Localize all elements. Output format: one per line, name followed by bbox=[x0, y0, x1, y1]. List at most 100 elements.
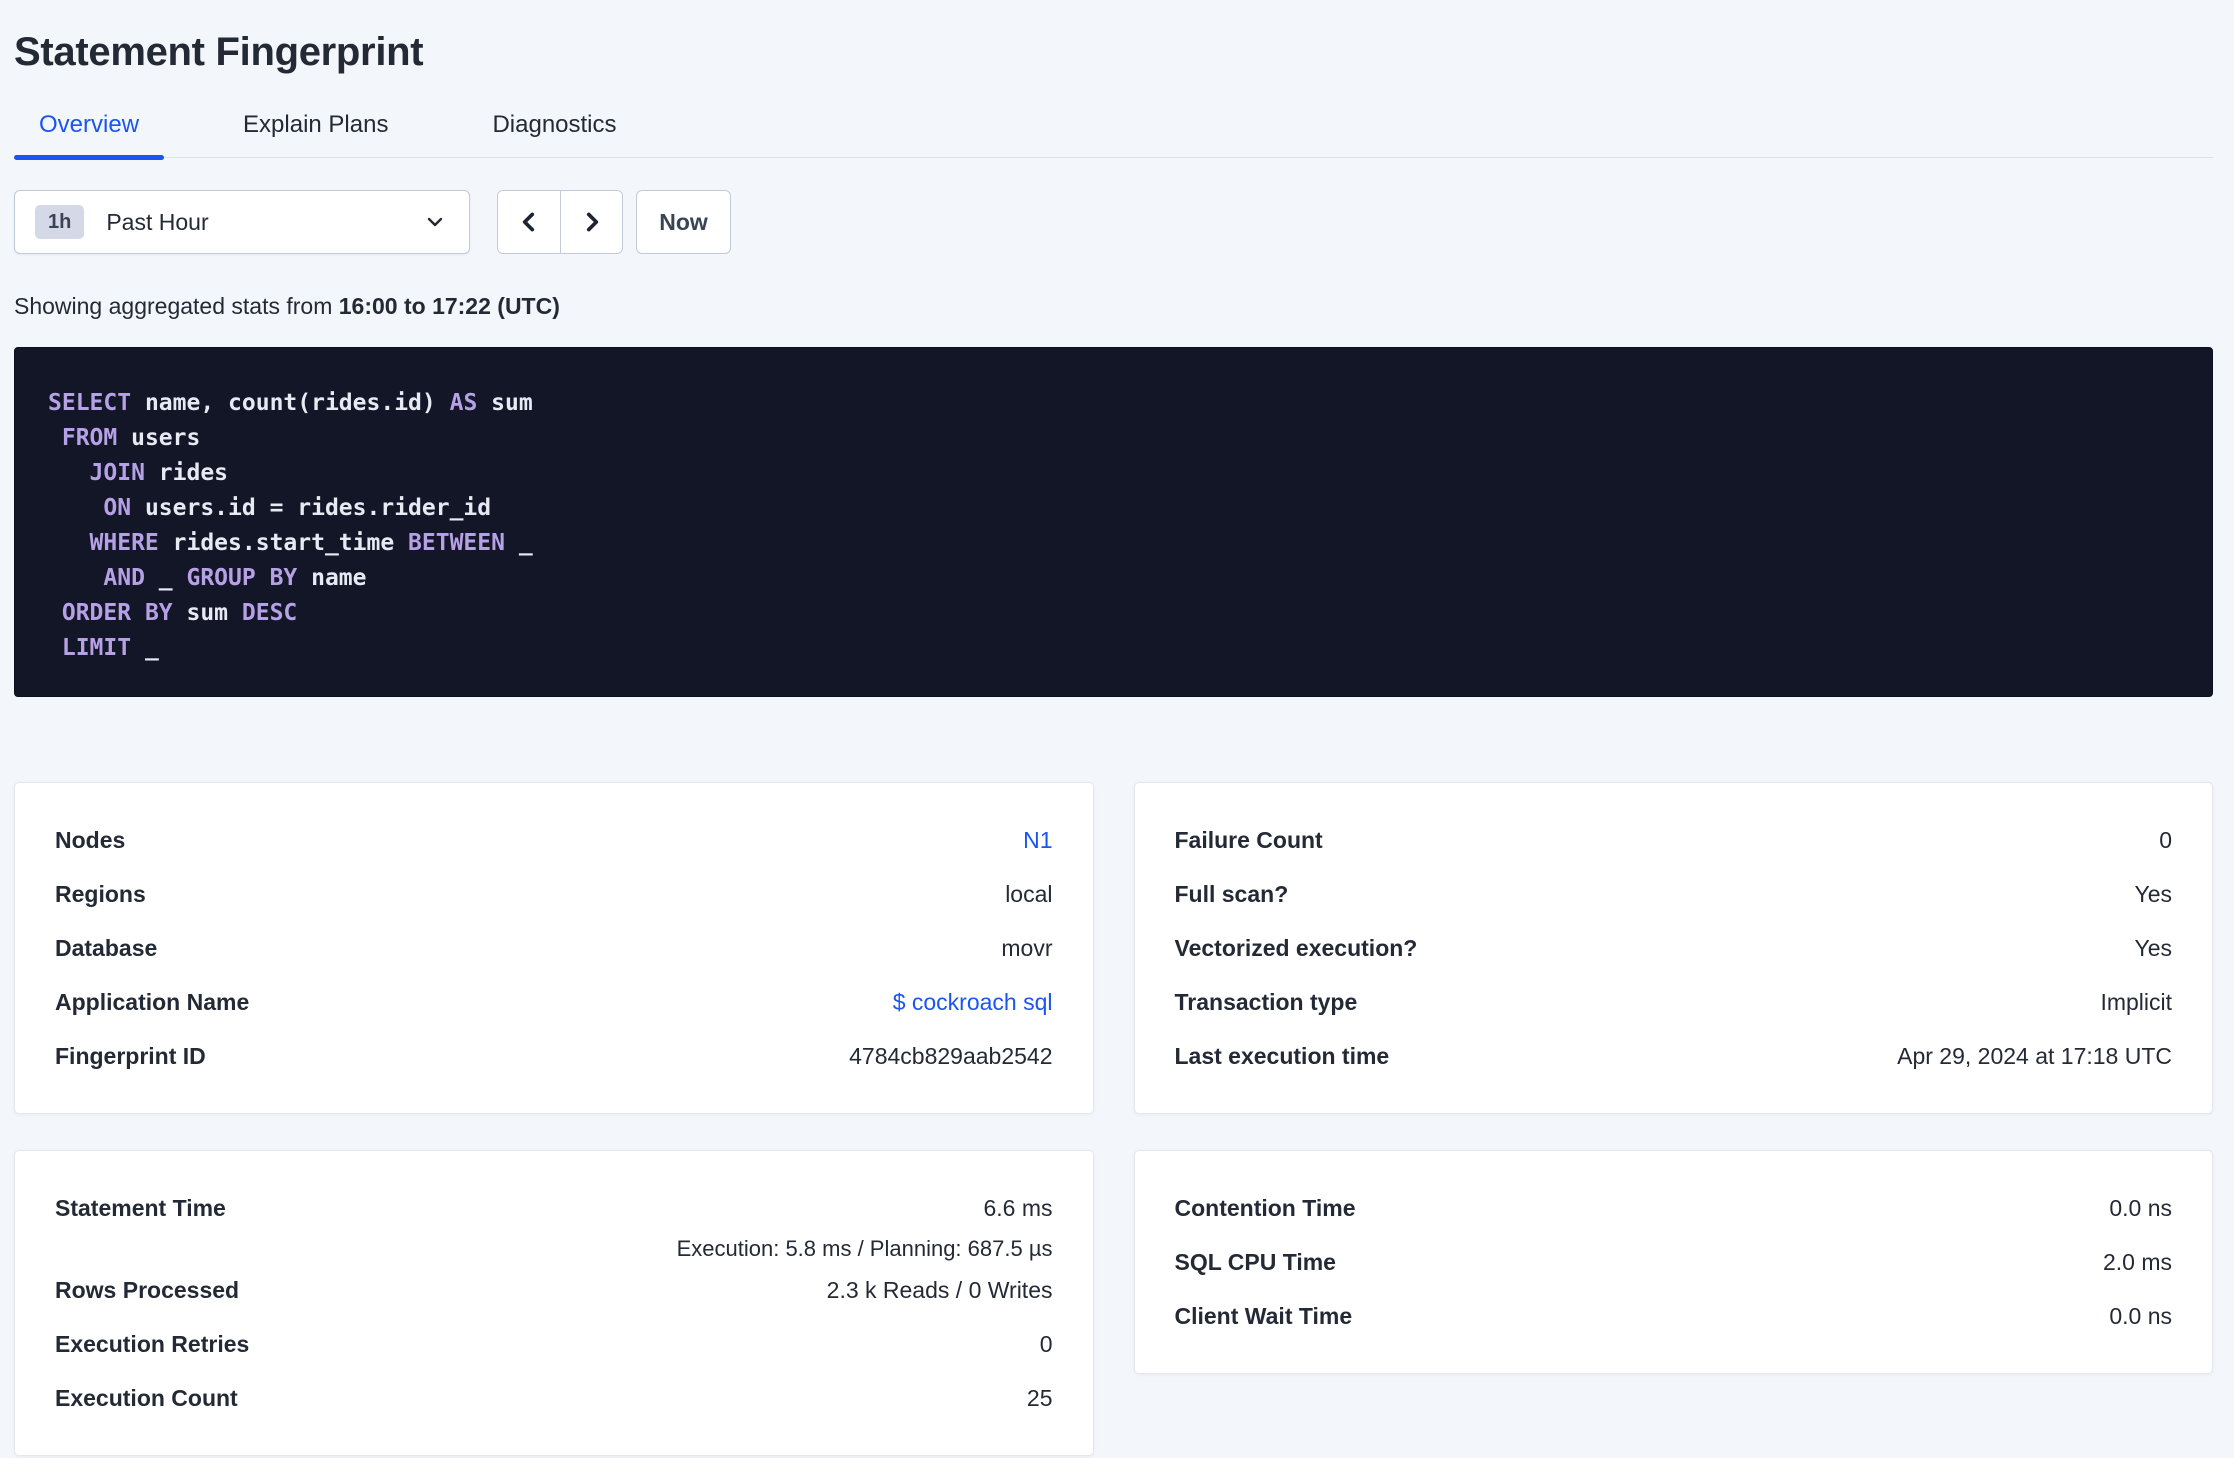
stat-value: 2.3 k Reads / 0 Writes bbox=[826, 1277, 1053, 1303]
sql-line: LIMIT _ bbox=[61, 635, 159, 661]
time-picker-toolbar: 1h Past Hour Now bbox=[14, 190, 2213, 254]
stat-value: 6.6 ms bbox=[983, 1195, 1053, 1221]
stat-row: Contention Time 0.0 ns bbox=[1175, 1181, 2173, 1235]
sql-line: FROM users bbox=[61, 425, 201, 451]
stat-value: 25 bbox=[1026, 1385, 1053, 1411]
stat-row: Statement Time 6.6 ms Execution: 5.8 ms / … bbox=[55, 1181, 1053, 1263]
stat-value-wrap: 2.0 ms bbox=[2103, 1235, 2172, 1289]
stat-value: 0.0 ns bbox=[2109, 1195, 2172, 1221]
stat-value: 0 bbox=[2159, 827, 2172, 853]
stat-value-wrap: N1 bbox=[1023, 813, 1052, 867]
time-range-label: Past Hour bbox=[106, 208, 209, 235]
tab-overview[interactable]: Overview bbox=[14, 96, 165, 160]
chevron-down-icon bbox=[427, 217, 443, 227]
stat-subvalue: Execution: 5.8 ms / Planning: 687.5 µs bbox=[676, 1236, 1053, 1261]
stat-value: Yes bbox=[2134, 935, 2172, 961]
stat-value-wrap: Apr 29, 2024 at 17:18 UTC bbox=[1897, 1029, 2172, 1083]
stat-row: Last execution time Apr 29, 2024 at 17:18… bbox=[1175, 1029, 2173, 1083]
stat-value-link[interactable]: N1 bbox=[1023, 813, 1052, 867]
stat-label: Transaction type bbox=[1174, 989, 1358, 1015]
stat-label: Statement Time bbox=[55, 1195, 226, 1221]
stat-value-wrap: 4784cb829aab2542 bbox=[849, 1029, 1052, 1083]
stat-value-wrap: 2.3 k Reads / 0 Writes bbox=[827, 1263, 1053, 1317]
stat-label: Vectorized execution? bbox=[1174, 935, 1418, 961]
chevron-right-icon bbox=[586, 212, 598, 232]
sql-statement-box: SELECT name, count(rides.id) AS sum FROM… bbox=[14, 347, 2213, 697]
stat-label: Nodes bbox=[55, 827, 126, 853]
stat-value: local bbox=[1005, 881, 1053, 907]
stat-label: Failure Count bbox=[1174, 827, 1323, 853]
sql-line: ORDER BY sum DESC bbox=[61, 600, 298, 626]
statement-times-card: Statement Time 6.6 ms Execution: 5.8 ms / … bbox=[14, 1150, 1094, 1456]
stat-label: Execution Count bbox=[55, 1385, 238, 1411]
summary-cards: Nodes N1 Regions local Database movr Applicati… bbox=[14, 782, 2213, 1456]
stat-value-wrap: 0 bbox=[1040, 1317, 1053, 1371]
stat-row: SQL CPU Time 2.0 ms bbox=[1175, 1235, 2173, 1289]
tab-bar: Overview Explain Plans Diagnostics bbox=[14, 96, 2213, 160]
stat-row: Rows Processed 2.3 k Reads / 0 Writes bbox=[55, 1263, 1053, 1317]
stat-label: Regions bbox=[55, 881, 146, 907]
stat-value: Apr 29, 2024 at 17:18 UTC bbox=[1897, 1043, 2172, 1069]
stat-label: Last execution time bbox=[1174, 1043, 1390, 1069]
stat-label: Fingerprint ID bbox=[55, 1043, 206, 1069]
stat-row: Application Name $ cockroach sql bbox=[55, 975, 1053, 1029]
sql-line: WHERE rides.start_time BETWEEN _ bbox=[89, 530, 533, 556]
stat-label: Execution Retries bbox=[55, 1331, 250, 1357]
sql-line: AND _ GROUP BY name bbox=[103, 565, 367, 591]
stat-value-wrap: local bbox=[1005, 867, 1052, 921]
time-range-dropdown[interactable]: 1h Past Hour bbox=[14, 190, 470, 254]
stat-row: Regions local bbox=[55, 867, 1053, 921]
stat-value-link[interactable]: $ cockroach sql bbox=[893, 975, 1053, 1029]
statement-fingerprint-page: Statement Fingerprint Overview Explain Pl… bbox=[0, 0, 2234, 1456]
now-button[interactable]: Now bbox=[636, 190, 731, 254]
wait-times-card: Contention Time 0.0 ns SQL CPU Time 2.0 ms C… bbox=[1133, 1150, 2213, 1374]
stat-label: Client Wait Time bbox=[1174, 1303, 1353, 1329]
stat-value: Yes bbox=[2134, 881, 2172, 907]
stat-row: Vectorized execution? Yes bbox=[1175, 921, 2173, 975]
stat-value: 0.0 ns bbox=[2109, 1303, 2172, 1329]
stat-value-wrap: 6.6 ms Execution: 5.8 ms / Planning: 687.… bbox=[677, 1181, 1053, 1263]
execution-attributes-card: Failure Count 0 Full scan? Yes Vectorized ex… bbox=[1133, 782, 2213, 1114]
stat-value-wrap: Implicit bbox=[2100, 975, 2172, 1029]
stat-label: Full scan? bbox=[1174, 881, 1289, 907]
sql-line: JOIN rides bbox=[89, 460, 229, 486]
stat-value-wrap: 0.0 ns bbox=[2109, 1289, 2172, 1343]
stat-value-wrap: Yes bbox=[2134, 867, 2172, 921]
stat-row: Execution Retries 0 bbox=[55, 1317, 1053, 1371]
time-range-pager bbox=[497, 190, 623, 254]
sql-line: SELECT name, count(rides.id) AS sum bbox=[48, 390, 533, 416]
stat-label: Contention Time bbox=[1174, 1195, 1356, 1221]
stat-value: Implicit bbox=[2100, 989, 2172, 1015]
stat-value-wrap: $ cockroach sql bbox=[893, 975, 1053, 1029]
tab-diagnostics[interactable]: Diagnostics bbox=[467, 96, 641, 157]
stat-value-wrap: movr bbox=[1001, 921, 1052, 975]
time-range-badge: 1h bbox=[35, 205, 85, 239]
stat-value-wrap: Yes bbox=[2134, 921, 2172, 975]
stat-value-wrap: 0.0 ns bbox=[2109, 1181, 2172, 1235]
stat-value: 2.0 ms bbox=[2102, 1249, 2172, 1275]
stat-row: Transaction type Implicit bbox=[1175, 975, 2173, 1029]
page-title: Statement Fingerprint bbox=[14, 30, 424, 74]
aggregated-stats-prefix: Showing aggregated stats from bbox=[14, 293, 339, 319]
stat-value: 4784cb829aab2542 bbox=[849, 1043, 1053, 1069]
prev-time-button[interactable] bbox=[498, 191, 560, 253]
stat-value-wrap: 0 bbox=[2159, 813, 2172, 867]
stat-row: Client Wait Time 0.0 ns bbox=[1175, 1289, 2173, 1343]
stat-value: movr bbox=[1001, 935, 1053, 961]
stat-row: Fingerprint ID 4784cb829aab2542 bbox=[55, 1029, 1053, 1083]
statement-details-card: Nodes N1 Regions local Database movr Applicati… bbox=[14, 782, 1094, 1114]
tab-explain-plans[interactable]: Explain Plans bbox=[218, 96, 413, 157]
stat-label: SQL CPU Time bbox=[1174, 1249, 1336, 1275]
chevron-left-icon bbox=[522, 212, 535, 232]
stat-label: Application Name bbox=[55, 989, 250, 1015]
aggregated-stats-range: 16:00 to 17:22 (UTC) bbox=[338, 293, 560, 319]
aggregated-stats-text: Showing aggregated stats from 16:00 to 1… bbox=[14, 292, 2213, 320]
stat-label: Rows Processed bbox=[55, 1277, 240, 1303]
stat-label: Database bbox=[55, 935, 158, 961]
stat-value: 0 bbox=[1039, 1331, 1053, 1357]
next-time-button[interactable] bbox=[560, 191, 622, 253]
stat-value-wrap: 25 bbox=[1027, 1371, 1053, 1425]
stat-row: Execution Count 25 bbox=[55, 1371, 1053, 1425]
stat-row: Database movr bbox=[55, 921, 1053, 975]
stat-row: Nodes N1 bbox=[55, 813, 1053, 867]
